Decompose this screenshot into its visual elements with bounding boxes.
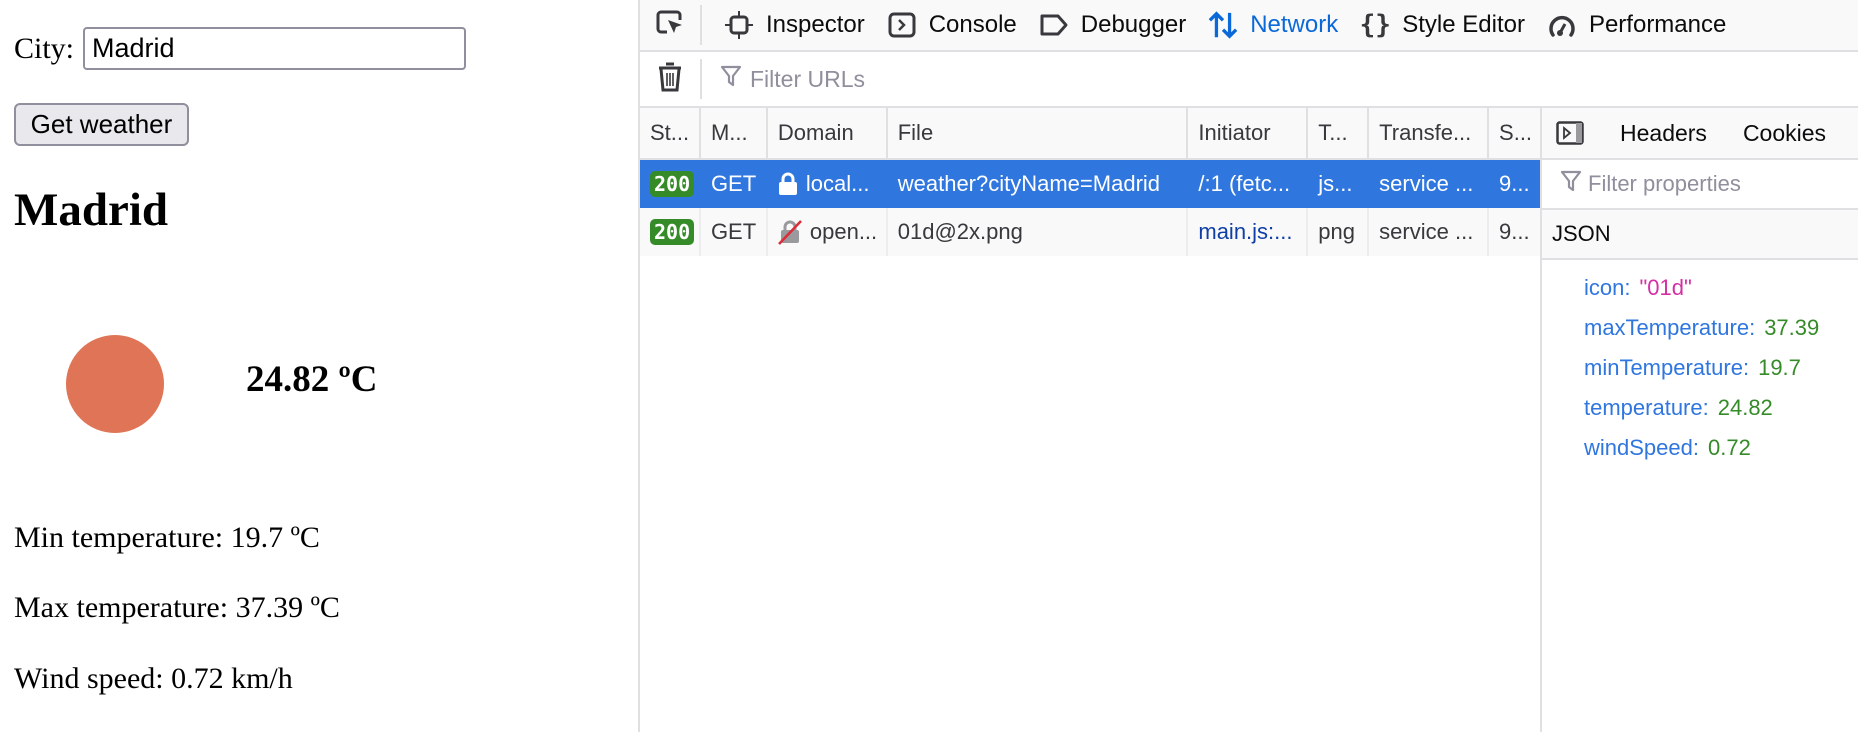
json-property[interactable]: windSpeed: 0.72 bbox=[1542, 428, 1858, 468]
json-section-header[interactable]: JSON bbox=[1542, 210, 1858, 260]
status-badge: 200 bbox=[650, 171, 695, 197]
filter-icon bbox=[720, 64, 742, 94]
tab-debugger-label: Debugger bbox=[1080, 11, 1187, 38]
tab-network-label: Network bbox=[1250, 11, 1339, 38]
json-value: 0.72 bbox=[1707, 435, 1751, 460]
devtools-toolbar: Inspector Console Debugger Network {} St… bbox=[640, 0, 1858, 52]
json-value: "01d" bbox=[1639, 275, 1692, 300]
tab-debugger[interactable]: Debugger bbox=[1031, 0, 1200, 50]
filter-urls-input[interactable] bbox=[750, 65, 1150, 93]
filter-icon bbox=[1560, 169, 1582, 199]
request-method: GET bbox=[710, 171, 757, 196]
city-form-row: City: bbox=[14, 27, 467, 70]
get-weather-button[interactable]: Get weather bbox=[14, 103, 189, 146]
status-badge: 200 bbox=[650, 219, 695, 245]
element-picker-icon bbox=[655, 8, 685, 43]
console-icon bbox=[887, 10, 917, 40]
city-input[interactable] bbox=[83, 27, 467, 70]
filter-properties-input[interactable] bbox=[1588, 171, 1848, 197]
request-row[interactable]: 200 GET local... weather?cityName=Madrid… bbox=[640, 160, 1540, 208]
performance-icon bbox=[1547, 10, 1577, 40]
json-value: 37.39 bbox=[1764, 315, 1820, 340]
tab-headers[interactable]: Headers bbox=[1620, 120, 1707, 147]
lock-icon bbox=[778, 172, 798, 196]
insecure-lock-icon bbox=[777, 219, 802, 245]
request-row[interactable]: 200 GET open... 01d@2x.png main.js:... p… bbox=[640, 208, 1540, 256]
request-domain: local... bbox=[805, 171, 870, 196]
request-table-header: St... M... Domain File Initiator T... Tr… bbox=[640, 108, 1540, 160]
weather-page: City: Get weather Madrid 24.82 ºC Min te… bbox=[0, 0, 638, 732]
tab-console-label: Console bbox=[928, 11, 1017, 38]
request-table: St... M... Domain File Initiator T... Tr… bbox=[640, 108, 1540, 256]
request-domain: open... bbox=[809, 219, 878, 244]
column-domain[interactable]: Domain bbox=[768, 108, 888, 158]
request-file: 01d@2x.png bbox=[888, 208, 1189, 256]
tab-console[interactable]: Console bbox=[879, 0, 1031, 50]
json-key: maxTemperature: bbox=[1584, 315, 1756, 340]
tab-style-editor-label: Style Editor bbox=[1402, 11, 1525, 38]
sun-icon bbox=[66, 335, 164, 433]
max-temperature: Max temperature: 37.39 ºC bbox=[14, 591, 340, 624]
column-method[interactable]: M... bbox=[701, 108, 768, 158]
json-key: icon: bbox=[1584, 275, 1631, 300]
column-file[interactable]: File bbox=[888, 108, 1189, 158]
toggle-sidebar-icon[interactable] bbox=[1556, 121, 1584, 145]
tab-network[interactable]: Network bbox=[1200, 0, 1352, 50]
json-property[interactable]: minTemperature: 19.7 bbox=[1542, 348, 1858, 388]
json-key: windSpeed: bbox=[1584, 435, 1699, 460]
request-initiator[interactable]: /:1 (fetc... bbox=[1198, 171, 1290, 197]
filter-urls-field[interactable] bbox=[702, 52, 1858, 106]
json-key: temperature: bbox=[1584, 395, 1709, 420]
request-transferred: service ... bbox=[1369, 208, 1490, 256]
devtools-panel: Inspector Console Debugger Network {} St… bbox=[638, 0, 1858, 732]
city-title: Madrid bbox=[14, 184, 169, 236]
request-type: js... bbox=[1318, 171, 1353, 196]
debugger-icon bbox=[1039, 10, 1069, 40]
tab-style-editor[interactable]: {} Style Editor bbox=[1352, 0, 1539, 50]
request-transferred: service ... bbox=[1379, 171, 1474, 196]
network-icon bbox=[1208, 10, 1238, 40]
current-temperature: 24.82 ºC bbox=[246, 359, 378, 400]
request-method: GET bbox=[701, 208, 768, 256]
filter-properties-field[interactable] bbox=[1542, 160, 1858, 210]
json-property[interactable]: temperature: 24.82 bbox=[1542, 388, 1858, 428]
request-details-panel: Headers Cookies JSON icon: "01d" maxTemp… bbox=[1540, 108, 1858, 732]
element-picker-button[interactable] bbox=[640, 5, 702, 45]
request-size: 9... bbox=[1499, 219, 1530, 244]
json-value: 19.7 bbox=[1758, 355, 1801, 380]
tab-inspector-label: Inspector bbox=[766, 11, 865, 38]
min-temperature: Min temperature: 19.7 ºC bbox=[14, 521, 320, 554]
details-tabs: Headers Cookies bbox=[1542, 108, 1858, 160]
json-key: minTemperature: bbox=[1584, 355, 1750, 380]
city-label: City: bbox=[14, 31, 75, 65]
style-editor-icon: {} bbox=[1359, 10, 1391, 40]
tab-cookies[interactable]: Cookies bbox=[1743, 120, 1826, 147]
tab-performance-label: Performance bbox=[1588, 11, 1727, 38]
inspector-icon bbox=[724, 10, 754, 40]
request-file: weather?cityName=Madrid bbox=[897, 171, 1161, 196]
trash-icon bbox=[657, 61, 683, 98]
column-status[interactable]: St... bbox=[640, 108, 701, 158]
request-initiator[interactable]: main.js:... bbox=[1198, 219, 1292, 245]
column-type[interactable]: T... bbox=[1308, 108, 1370, 158]
column-transferred[interactable]: Transfe... bbox=[1369, 108, 1490, 158]
request-type: png bbox=[1308, 208, 1370, 256]
network-filter-bar bbox=[640, 52, 1858, 108]
request-size: 9... bbox=[1499, 171, 1530, 196]
json-value: 24.82 bbox=[1717, 395, 1773, 420]
clear-requests-button[interactable] bbox=[640, 59, 702, 99]
tab-performance[interactable]: Performance bbox=[1539, 0, 1740, 50]
json-property[interactable]: maxTemperature: 37.39 bbox=[1542, 308, 1858, 348]
column-initiator[interactable]: Initiator bbox=[1188, 108, 1309, 158]
json-property[interactable]: icon: "01d" bbox=[1542, 268, 1858, 308]
wind-speed: Wind speed: 0.72 km/h bbox=[14, 662, 293, 695]
json-tree: icon: "01d" maxTemperature: 37.39 minTem… bbox=[1542, 260, 1858, 468]
column-size[interactable]: S... bbox=[1489, 108, 1540, 158]
tab-inspector[interactable]: Inspector bbox=[716, 0, 879, 50]
